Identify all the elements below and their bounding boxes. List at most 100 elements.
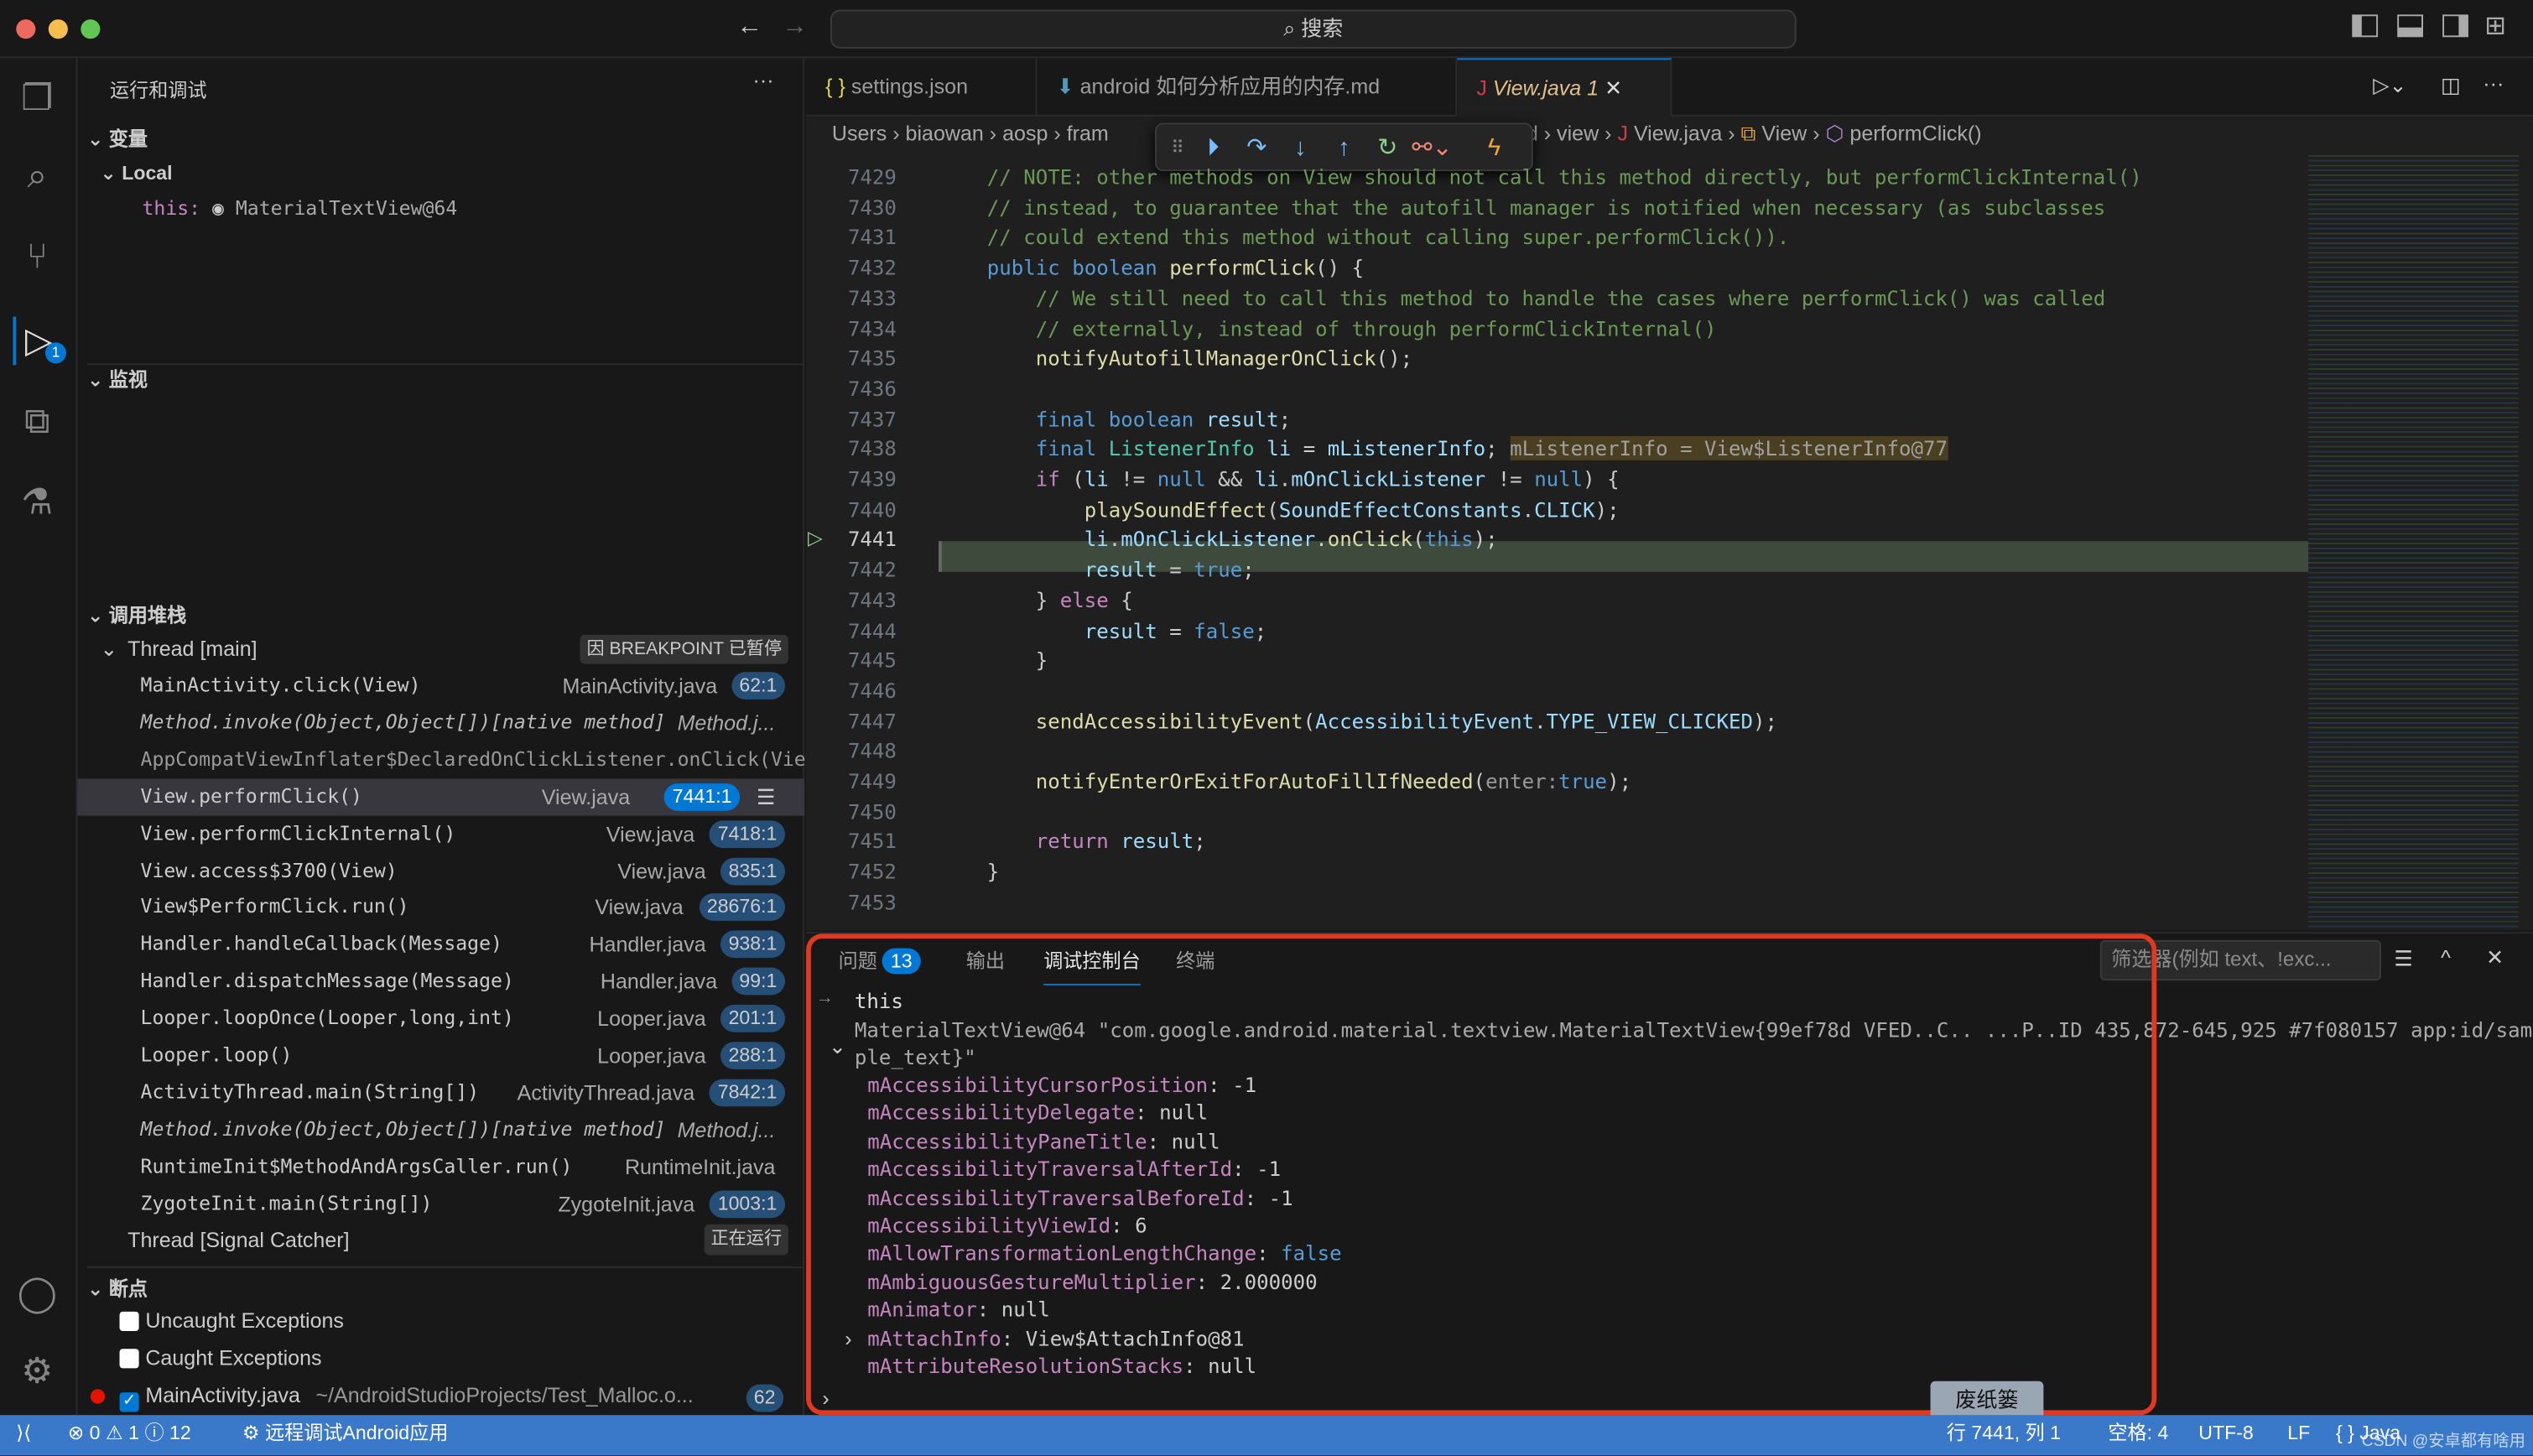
minimize-window-button[interactable] — [48, 19, 68, 39]
stack-frame[interactable]: Method.invoke(Object,Object[])[native me… — [77, 705, 804, 741]
forward-arrow-icon[interactable]: → — [782, 13, 808, 42]
stack-frame[interactable]: View.performClick() View.java 7441:1 ☰ — [77, 777, 805, 816]
watch-section-header[interactable]: ⌄ 监视 — [87, 363, 805, 393]
command-center-search[interactable]: ⌕ 搜索 — [830, 9, 1797, 49]
run-debug-icon[interactable]: ▷ 1 — [13, 316, 66, 366]
line-number[interactable]: 7436 — [806, 377, 897, 401]
crumb[interactable]: view — [1557, 121, 1599, 145]
line-number[interactable]: 7443 — [806, 588, 897, 612]
checkbox-checked[interactable]: ✓ — [119, 1392, 139, 1412]
line-number[interactable]: 7452 — [806, 860, 897, 884]
checkbox[interactable] — [119, 1349, 139, 1369]
run-icon[interactable]: ▷⌄ — [2373, 73, 2406, 99]
line-number[interactable]: 7449 — [806, 769, 897, 793]
problems-status[interactable]: ⊗ 0 ⚠ 1 ⓘ 12 — [68, 1415, 191, 1450]
customize-layout-icon[interactable]: ⊞ — [2484, 10, 2506, 43]
restart-icon[interactable]: ↻ — [1370, 131, 1405, 166]
eol[interactable]: LF — [2287, 1415, 2310, 1450]
crumb[interactable]: biaowan — [906, 121, 984, 145]
line-number[interactable]: 7450 — [806, 799, 897, 824]
line-number[interactable]: 7431 — [806, 225, 897, 249]
line-number[interactable]: 7440 — [806, 497, 897, 522]
crumb[interactable]: View.java — [1634, 121, 1722, 145]
local-scope[interactable]: ⌄ Local — [100, 162, 172, 185]
line-number[interactable]: 7442 — [806, 558, 897, 582]
stack-frame[interactable]: ZygoteInit.main(String[]) ZygoteInit.java… — [77, 1185, 804, 1222]
variable-this[interactable]: this: ◉ MaterialTextView@64 — [142, 197, 457, 220]
explorer-icon[interactable]: ❐ — [13, 75, 61, 123]
continue-icon[interactable]: ⏵ — [1195, 131, 1230, 166]
breakpoints-section-header[interactable]: ⌄ 断点 — [87, 1266, 805, 1302]
stack-frame[interactable]: Looper.loopOnce(Looper,long,int) Looper.j… — [77, 1000, 804, 1037]
stack-frame[interactable]: Looper.loop() Looper.java 288:1 — [77, 1037, 804, 1074]
back-arrow-icon[interactable]: ← — [736, 13, 762, 42]
maximize-window-button[interactable] — [81, 19, 101, 39]
callstack-section-header[interactable]: ⌄ 调用堆栈 — [87, 601, 186, 628]
line-number[interactable]: 7439 — [806, 467, 897, 491]
search-icon[interactable]: ⌕ — [13, 152, 61, 200]
line-number[interactable]: 7453 — [806, 890, 897, 914]
variables-section-header[interactable]: ⌄ 变量 — [87, 124, 148, 152]
drag-handle-icon[interactable]: ⠿ — [1160, 131, 1195, 166]
hot-code-replace-icon[interactable]: ϟ — [1476, 131, 1511, 166]
line-number[interactable]: 7435 — [806, 346, 897, 371]
tab-android-md[interactable]: ⬇ android 如何分析应用的内存.md — [1037, 58, 1458, 117]
stack-frame[interactable]: Method.invoke(Object,Object[])[native me… — [77, 1111, 804, 1148]
disconnect-icon[interactable]: ⚯⌄ — [1412, 131, 1452, 166]
stack-frame[interactable]: Handler.handleCallback(Message) Handler.j… — [77, 926, 804, 963]
source-control-icon[interactable]: ⑂ — [13, 232, 61, 281]
breakpoint-mainactivity[interactable]: ✓ MainActivity.java ~/AndroidStudioProjec… — [119, 1383, 694, 1412]
line-number[interactable]: 7447 — [806, 709, 897, 733]
line-number[interactable]: 7441 — [806, 528, 897, 552]
breakpoint-caught-exceptions[interactable]: Caught Exceptions — [119, 1345, 322, 1370]
line-number[interactable]: 7430 — [806, 195, 897, 219]
step-into-icon[interactable]: ↓ — [1282, 131, 1318, 166]
more-actions-icon[interactable]: ··· — [753, 68, 774, 92]
indentation[interactable]: 空格: 4 — [2108, 1415, 2168, 1450]
line-number[interactable]: 7434 — [806, 316, 897, 341]
restart-frame-icon[interactable]: ☰ — [757, 778, 775, 815]
more-actions-icon[interactable]: ··· — [2483, 71, 2504, 96]
line-number[interactable]: 7438 — [806, 437, 897, 461]
cursor-position[interactable]: 行 7441, 列 1 — [1947, 1415, 2061, 1450]
checkbox[interactable] — [119, 1311, 139, 1332]
step-out-icon[interactable]: ↑ — [1326, 131, 1361, 166]
testing-flask-icon[interactable]: ⚗ — [13, 478, 61, 527]
crumb[interactable]: performClick() — [1849, 121, 1981, 145]
crumb[interactable]: Users — [832, 121, 887, 145]
line-number[interactable]: 7448 — [806, 739, 897, 763]
crumb[interactable]: View — [1761, 121, 1807, 145]
settings-gear-icon[interactable]: ⚙ — [13, 1347, 61, 1396]
toggle-secondary-sidebar-icon[interactable] — [2442, 14, 2468, 38]
crumb[interactable]: aosp — [1002, 121, 1048, 145]
line-number[interactable]: 7451 — [806, 829, 897, 854]
toggle-sidebar-icon[interactable] — [2352, 14, 2379, 38]
stack-frame[interactable]: MainActivity.click(View) MainActivity.jav… — [77, 667, 804, 704]
stack-frame[interactable]: AppCompatViewInflater$DeclaredOnClickLis… — [77, 741, 830, 778]
toggle-panel-icon[interactable] — [2397, 14, 2423, 38]
line-number[interactable]: 7444 — [806, 618, 897, 642]
extensions-icon[interactable]: ⧉ — [13, 398, 61, 446]
close-tab-icon[interactable]: ✕ — [1605, 76, 1622, 101]
crumb[interactable]: fram — [1067, 121, 1109, 145]
stack-frame[interactable]: RuntimeInit$MethodAndArgsCaller.run() Run… — [77, 1148, 804, 1185]
close-window-button[interactable] — [16, 19, 36, 39]
line-number[interactable]: 7432 — [806, 255, 897, 279]
account-icon[interactable]: ◯ — [13, 1270, 61, 1318]
step-over-icon[interactable]: ↷ — [1239, 131, 1274, 166]
stack-frame[interactable]: ActivityThread.main(String[]) ActivityThr… — [77, 1074, 804, 1111]
stack-frame[interactable]: Handler.dispatchMessage(Message) Handler.… — [77, 963, 804, 1000]
line-number[interactable]: 7437 — [806, 407, 897, 431]
split-editor-icon[interactable]: ◫ — [2441, 73, 2461, 99]
encoding[interactable]: UTF-8 — [2198, 1415, 2253, 1450]
remote-icon[interactable]: ⟩⟨ — [16, 1415, 31, 1450]
maximize-panel-icon[interactable]: ^ — [2441, 945, 2451, 970]
thread-signal-catcher[interactable]: Thread [Signal Catcher] 正在运行 — [77, 1221, 804, 1258]
tab-view-java[interactable]: J View.java 1 ✕ — [1457, 58, 1672, 117]
clear-console-icon[interactable]: ☰ — [2394, 947, 2412, 973]
debug-config-status[interactable]: ⚙ 远程调试Android应用 — [242, 1415, 449, 1450]
stack-frame[interactable]: View$PerformClick.run() View.java 28676:1 — [77, 889, 804, 926]
minimap[interactable] — [2308, 152, 2519, 931]
line-number[interactable]: 7429 — [806, 164, 897, 189]
thread-main[interactable]: ⌄ Thread [main] 因 BREAKPOINT 已暂停 — [77, 630, 804, 667]
